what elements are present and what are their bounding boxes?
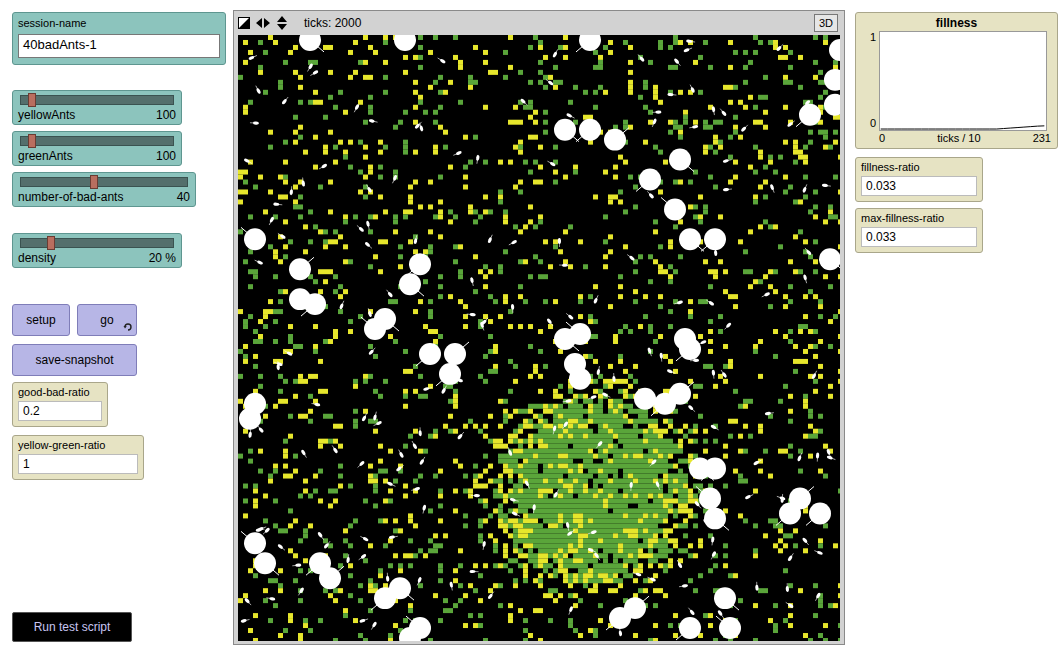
monitor: yellow-green-ratio 1 [12,435,144,480]
slider-label: density [18,251,56,265]
right-panel: fillness1 00 ticks / 10 231 fillness-ratio 0.… [855,0,1058,654]
monitor-value: 1 [18,454,138,474]
session-name-input[interactable]: session-name 40badAnts-1 [12,12,226,65]
monitor-label: good-bad-ratio [18,385,102,399]
world-view [238,35,840,641]
slider[interactable]: yellowAnts 100 [12,90,182,125]
world-canvas [238,35,840,641]
slider-handle[interactable] [47,236,55,250]
left-panel: session-name40badAnts-1yellowAnts100gree… [0,0,233,654]
slider-label: yellowAnts [18,108,75,122]
slider-handle[interactable] [28,93,36,107]
y-max: 1 [870,31,876,43]
ants [240,39,836,636]
monitor: fillness-ratio 0.033 [855,157,983,202]
forever-icon [123,322,133,332]
slider-value: 20 % [149,251,176,265]
button[interactable]: setup [12,304,70,336]
x-label: ticks / 10 [937,132,980,145]
bad-ants [239,35,840,641]
input-field[interactable]: 40badAnts-1 [18,34,220,58]
monitor-label: yellow-green-ratio [18,438,138,452]
slider-value: 100 [156,149,176,163]
button[interactable]: go [77,304,137,336]
button-label: setup [26,311,55,329]
monitor-value: 0.033 [861,176,977,196]
monitor-value: 0.033 [861,227,977,247]
slider-value: 100 [156,108,176,122]
zoom-icon[interactable] [238,17,250,29]
button[interactable]: save-snapshot [12,344,137,376]
slider-handle[interactable] [90,175,98,189]
x-max: 231 [1033,132,1051,145]
ticks-label: ticks: 2000 [304,14,361,32]
slider-track[interactable] [20,238,174,248]
netlogo-interface: session-name40badAnts-1yellowAnts100gree… [0,0,1064,654]
monitor-label: max-fillness-ratio [861,211,977,225]
monitor-value: 0.2 [18,401,102,421]
x-min: 0 [879,132,885,145]
slider-track[interactable] [20,95,174,105]
plot-area [879,31,1047,131]
view-frame: ticks: 2000 3D [233,10,845,645]
patches [238,35,840,641]
input-label: session-name [18,16,220,30]
slider[interactable]: density 20 % [12,233,182,268]
vertical-arrows-icon[interactable] [276,16,288,30]
slider[interactable]: number-of-bad-ants 40 [12,172,196,207]
plot-title: fillness [860,15,1053,31]
monitor: max-fillness-ratio 0.033 [855,208,983,253]
horizontal-arrows-icon[interactable] [256,17,270,29]
series-line [881,126,1045,129]
slider-label: greenAnts [18,149,73,163]
run-test-script-button[interactable]: Run test script [12,612,132,642]
button-label: save-snapshot [35,351,113,369]
slider-track[interactable] [20,136,174,146]
view-toolbar: ticks: 2000 3D [238,11,840,35]
y-min: 0 [870,117,876,129]
slider-value: 40 [177,190,190,204]
monitor-label: fillness-ratio [861,160,977,174]
slider-track[interactable] [20,177,188,187]
3d-button[interactable]: 3D [814,14,838,33]
slider[interactable]: greenAnts 100 [12,131,182,166]
slider-handle[interactable] [28,134,36,148]
button-label: go [100,311,113,329]
plot: fillness1 00 ticks / 10 231 [855,12,1058,149]
slider-label: number-of-bad-ants [18,190,123,204]
monitor: good-bad-ratio 0.2 [12,382,108,427]
